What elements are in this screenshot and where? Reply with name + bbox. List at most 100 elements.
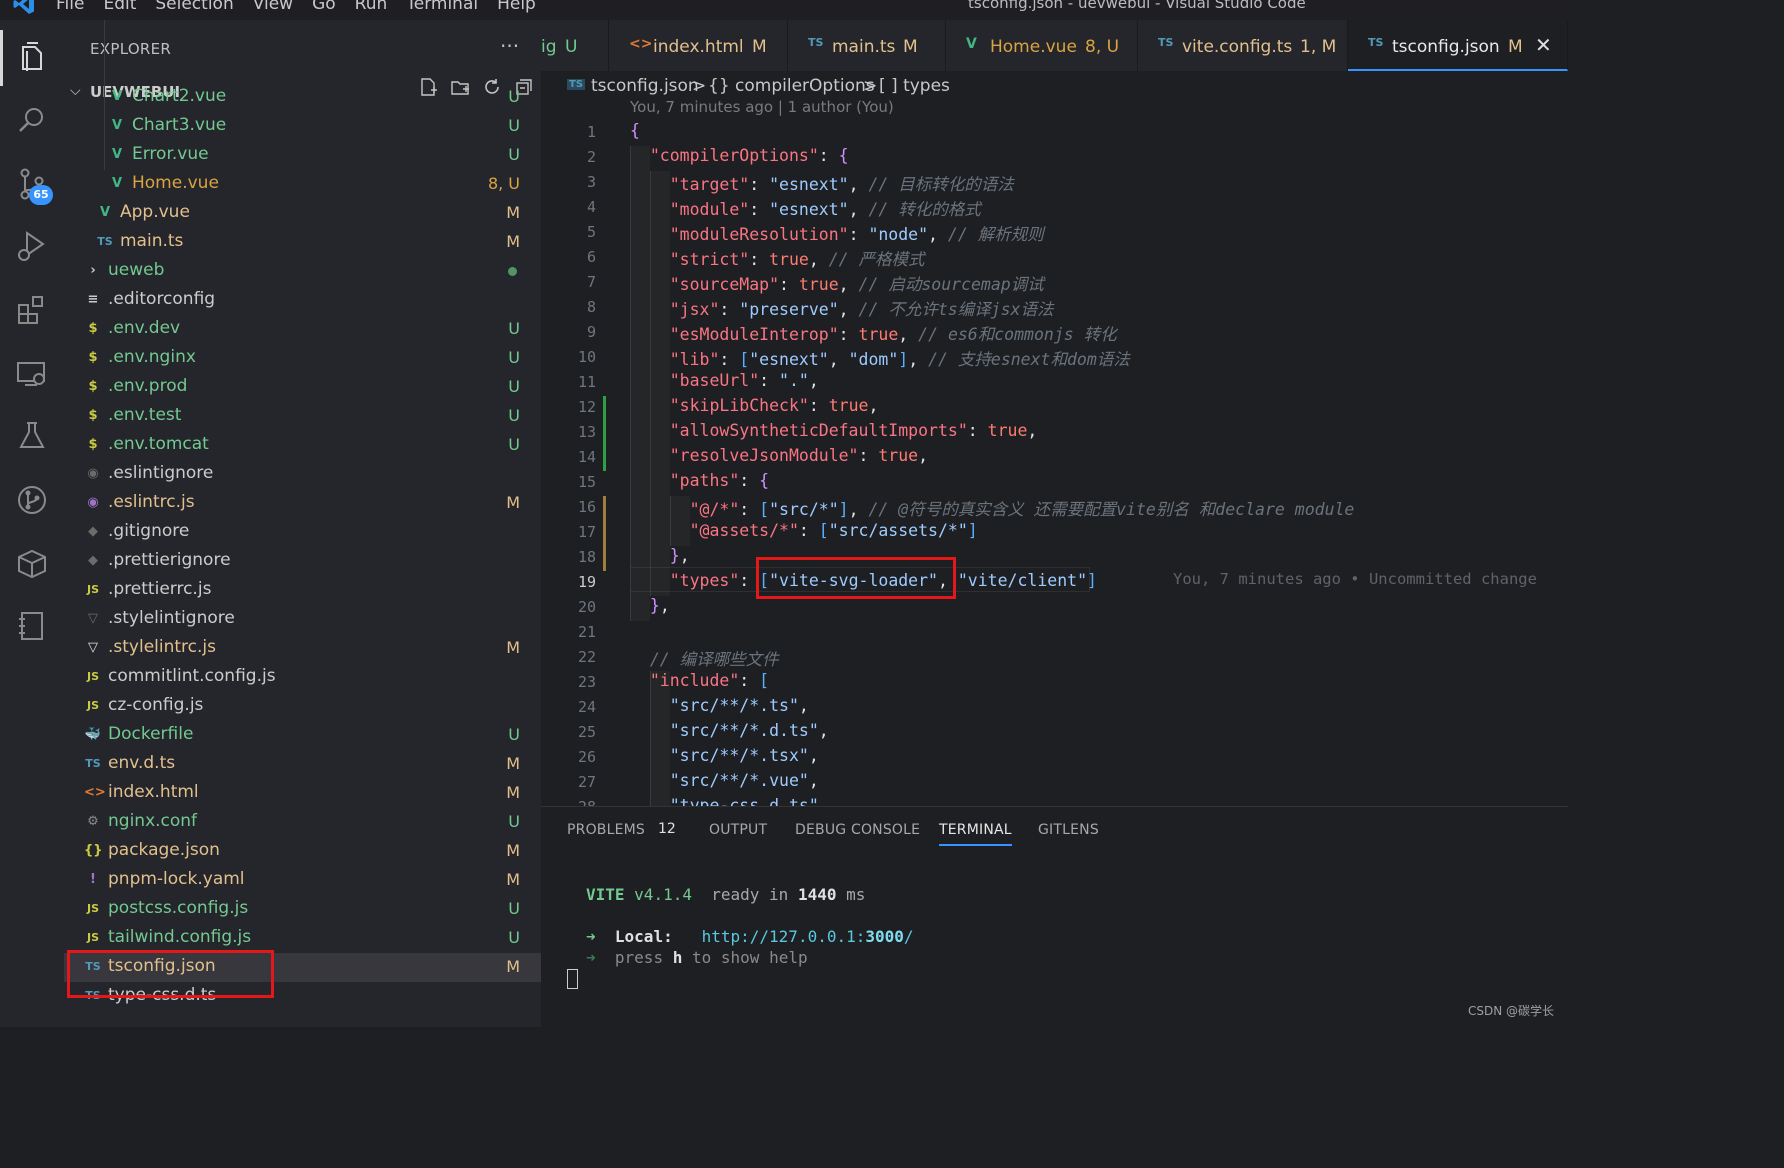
file-name: .env.tomcat <box>108 434 209 454</box>
code-line: }, <box>649 596 670 615</box>
file-item[interactable]: ≡ .editorconfig <box>64 286 541 315</box>
menu-file[interactable]: File <box>56 0 84 14</box>
line-number: 21 <box>577 623 596 641</box>
tab-gitlens[interactable]: GITLENS <box>1038 822 1099 838</box>
file-item[interactable]: JS commitlint.config.js <box>64 663 541 692</box>
git-status-badge: U <box>508 145 520 164</box>
tab-ig[interactable]: ig U <box>541 20 609 71</box>
git-status-badge: U <box>508 812 520 831</box>
git-change-marker <box>603 396 606 471</box>
file-item[interactable]: TS env.d.ts M <box>64 750 541 779</box>
close-tab-icon[interactable]: ✕ <box>1535 33 1552 57</box>
line-number: 1 <box>586 123 596 141</box>
code-editor[interactable]: You, 7 minutes ago | 1 author (You) 1{2 … <box>541 96 1568 806</box>
tab-status: 1, M <box>1300 37 1337 57</box>
file-item[interactable]: ◉ .eslintrc.js M <box>64 489 541 518</box>
file-name: Home.vue <box>132 173 219 193</box>
tab-label: tsconfig.json <box>1392 37 1500 57</box>
notebook-icon[interactable] <box>12 606 52 646</box>
packages-icon[interactable] <box>12 544 52 584</box>
git-graph-icon[interactable] <box>12 480 52 520</box>
testing-icon[interactable] <box>12 416 52 456</box>
active-indicator <box>0 30 3 86</box>
file-item[interactable]: V Home.vue 8, U <box>64 170 541 199</box>
file-item[interactable]: {} package.json M <box>64 837 541 866</box>
file-item[interactable]: JS cz-config.js <box>64 692 541 721</box>
file-item[interactable]: › ueweb <box>64 257 541 286</box>
menu-go[interactable]: Go <box>312 0 336 14</box>
search-icon[interactable] <box>12 100 52 140</box>
file-item[interactable]: ▽ .stylelintignore <box>64 605 541 634</box>
file-type-icon: › <box>90 263 96 278</box>
file-item[interactable]: ▽ .stylelintrc.js M <box>64 634 541 663</box>
file-name: env.d.ts <box>108 753 176 773</box>
file-item[interactable]: V Error.vue U <box>64 141 541 170</box>
tab-file-icon: <> <box>629 36 653 52</box>
file-item[interactable]: V Chart3.vue U <box>64 112 541 141</box>
tab-terminal[interactable]: TERMINAL <box>939 822 1012 846</box>
tab-main-ts[interactable]: TS main.ts M <box>788 20 946 71</box>
line-number: 13 <box>577 423 596 441</box>
file-name: commitlint.config.js <box>108 666 276 686</box>
file-item[interactable]: JS tailwind.config.js U <box>64 924 541 953</box>
tab-vite-config-ts[interactable]: TS vite.config.ts 1, M <box>1138 20 1348 71</box>
file-item[interactable]: <> index.html M <box>64 779 541 808</box>
menu-run[interactable]: Run <box>355 0 388 14</box>
git-status-badge: M <box>506 493 520 512</box>
menu-selection[interactable]: Selection <box>155 0 233 14</box>
run-debug-icon[interactable] <box>12 226 52 266</box>
file-name: main.ts <box>120 231 184 251</box>
file-item[interactable]: ! pnpm-lock.yaml M <box>64 866 541 895</box>
file-item[interactable]: TS main.ts M <box>64 228 541 257</box>
file-item[interactable]: $ .env.tomcat U <box>64 431 541 460</box>
line-number: 2 <box>586 148 596 166</box>
line-number: 8 <box>586 298 596 316</box>
breadcrumb-separator: > <box>692 76 707 96</box>
file-tree: V Chart2.vue U V Chart3.vue U V Error.vue U V Home… <box>64 86 541 1011</box>
breadcrumb-file[interactable]: tsconfig.json <box>591 76 699 96</box>
tab-tsconfig-json[interactable]: TS tsconfig.json M ✕ <box>1348 20 1568 71</box>
explorer-header: EXPLORER ··· <box>64 20 541 77</box>
tab-status: 8, U <box>1085 37 1120 57</box>
file-item[interactable]: ⚙ nginx.conf U <box>64 808 541 837</box>
ready-ms: 1440 <box>797 885 837 904</box>
file-item[interactable]: $ .env.nginx U <box>64 344 541 373</box>
remote-explorer-icon[interactable] <box>12 354 52 394</box>
file-item[interactable]: JS .prettierrc.js <box>64 576 541 605</box>
local-url[interactable]: http://127.0.0.1:3000/ <box>702 927 914 946</box>
file-item[interactable]: ◉ .eslintignore <box>64 460 541 489</box>
file-name: postcss.config.js <box>108 898 249 918</box>
file-item[interactable]: ◆ .gitignore <box>64 518 541 547</box>
tab-output[interactable]: OUTPUT <box>709 822 767 838</box>
blame-codelens[interactable]: You, 7 minutes ago | 1 author (You) <box>630 98 894 116</box>
terminal-cursor <box>567 969 578 989</box>
tab-index-html[interactable]: <> index.html M <box>609 20 788 71</box>
ready-text: ready in <box>711 885 789 904</box>
explorer-icon[interactable] <box>12 38 52 78</box>
line-number: 22 <box>577 648 596 666</box>
line-number: 7 <box>586 273 596 291</box>
breadcrumb-types[interactable]: [ ] types <box>879 76 950 96</box>
file-type-icon: $ <box>88 408 98 423</box>
file-item[interactable]: $ .env.dev U <box>64 315 541 344</box>
tab-home-vue[interactable]: V Home.vue 8, U <box>946 20 1138 71</box>
extensions-icon[interactable] <box>12 290 52 330</box>
file-item[interactable]: JS postcss.config.js U <box>64 895 541 924</box>
menu-view[interactable]: View <box>253 0 293 14</box>
tab-debug-console[interactable]: DEBUG CONSOLE <box>795 822 920 838</box>
file-item[interactable]: $ .env.prod U <box>64 373 541 402</box>
menu-edit[interactable]: Edit <box>103 0 136 14</box>
file-item[interactable]: V Chart2.vue U <box>64 83 541 112</box>
more-actions-icon[interactable]: ··· <box>500 34 519 58</box>
file-item[interactable]: $ .env.test U <box>64 402 541 431</box>
file-name: Error.vue <box>132 144 209 164</box>
breadcrumb-compileroptions[interactable]: {} compilerOptions <box>708 76 875 96</box>
file-item[interactable]: 🐳 Dockerfile U <box>64 721 541 750</box>
file-item[interactable]: ◆ .prettierignore <box>64 547 541 576</box>
tab-problems[interactable]: PROBLEMS <box>567 822 645 838</box>
file-name: .editorconfig <box>108 289 216 309</box>
menu-help[interactable]: Help <box>497 0 536 14</box>
editor-tabs: ig U <> index.html M TS main.ts M V Home.vue 8, U T… <box>541 20 1568 71</box>
file-item[interactable]: V App.vue M <box>64 199 541 228</box>
menu-terminal[interactable]: Terminal <box>406 0 478 14</box>
